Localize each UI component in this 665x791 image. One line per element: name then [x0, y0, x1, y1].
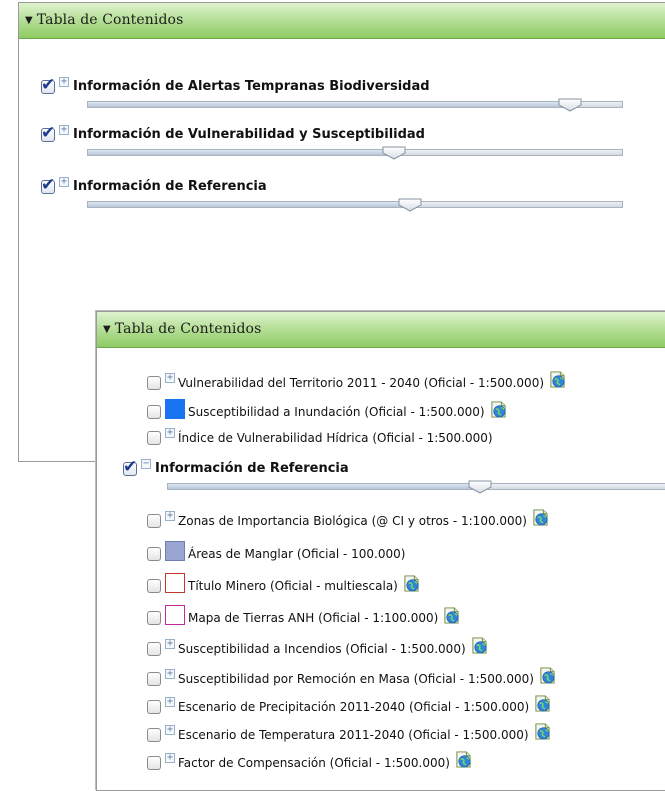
- checkbox-icon[interactable]: [147, 375, 161, 390]
- toc-panel-front: ▼ Tabla de Contenidos + Vulnerabilidad del…: [96, 311, 665, 791]
- opacity-slider-fill: [88, 102, 570, 107]
- layer-group-row[interactable]: −Información de Referencia: [123, 457, 349, 477]
- checkbox-icon[interactable]: [147, 431, 161, 445]
- opacity-slider-thumb[interactable]: [558, 98, 582, 112]
- globe-document-icon[interactable]: [490, 400, 507, 418]
- minus-box-icon[interactable]: −: [141, 458, 151, 469]
- layer-label: Susceptibilidad por Remoción en Masa (Of…: [178, 671, 534, 686]
- layer-label: Título Minero (Oficial - multiescala): [188, 579, 398, 593]
- layer-group-row[interactable]: + Información de Vulnerabilidad y Suscept…: [41, 123, 425, 143]
- opacity-slider-thumb[interactable]: [468, 480, 492, 494]
- opacity-slider-fill: [168, 484, 480, 489]
- globe-document-icon[interactable]: [549, 371, 566, 388]
- layer-label: Escenario de Precipitación 2011-2040 (Of…: [178, 699, 530, 714]
- globe-document-icon[interactable]: [455, 751, 472, 768]
- layer-label: Susceptibilidad a Incendios (Oficial - 1…: [178, 641, 466, 656]
- plus-box-icon[interactable]: +: [59, 124, 69, 135]
- layer-label: Zonas de Importancia Biológica (@ CI y o…: [178, 513, 527, 528]
- opacity-slider[interactable]: [87, 146, 623, 160]
- layer-label: Vulnerabilidad del Territorio 2011 - 204…: [178, 375, 545, 390]
- checkbox-icon[interactable]: [147, 513, 161, 528]
- globe-document-icon[interactable]: [534, 695, 551, 712]
- layer-row[interactable]: + Escenario de Precipitación 2011-2040 (O…: [147, 695, 551, 715]
- checkbox-icon[interactable]: [147, 547, 161, 561]
- opacity-slider-fill: [88, 202, 410, 207]
- layer-row[interactable]: + Índice de Vulnerabilidad Hídrica (Ofici…: [147, 428, 493, 445]
- checkbox-icon[interactable]: [41, 75, 55, 95]
- globe-document-icon[interactable]: [539, 667, 556, 684]
- globe-document-icon[interactable]: [443, 606, 460, 624]
- checkbox-icon[interactable]: [147, 641, 161, 656]
- toc-header-title: Tabla de Contenidos: [114, 321, 262, 337]
- layer-row[interactable]: + Zonas de Importancia Biológica (@ CI y …: [147, 509, 549, 529]
- layer-row[interactable]: Título Minero (Oficial - multiescala): [147, 573, 420, 596]
- plus-box-icon[interactable]: +: [165, 510, 175, 521]
- layer-label: Susceptibilidad a Inundación (Oficial - …: [188, 405, 485, 419]
- checkbox-icon[interactable]: [147, 671, 161, 686]
- legend-swatch: [165, 573, 185, 593]
- layer-label: Factor de Compensación (Oficial - 1:500.…: [178, 755, 450, 770]
- checkbox-icon[interactable]: [123, 457, 137, 477]
- globe-document-icon[interactable]: [471, 637, 488, 654]
- layer-row[interactable]: + Factor de Compensación (Oficial - 1:500…: [147, 751, 472, 771]
- legend-swatch: [165, 541, 185, 561]
- layer-label: Mapa de Tierras ANH (Oficial - 1:100.000…: [188, 611, 439, 625]
- layer-group-row[interactable]: + Información de Referencia: [41, 175, 267, 195]
- layer-group-row[interactable]: + Información de Alertas Tempranas Biodiv…: [41, 75, 430, 95]
- plus-box-icon[interactable]: +: [59, 76, 69, 87]
- layer-group-label: Información de Vulnerabilidad y Suscepti…: [73, 127, 425, 142]
- layer-row[interactable]: + Susceptibilidad por Remoción en Masa (O…: [147, 667, 556, 687]
- checkbox-icon[interactable]: [41, 123, 55, 143]
- toc-header[interactable]: ▼ Tabla de Contenidos: [19, 3, 665, 39]
- legend-swatch: [165, 399, 185, 419]
- layer-label: Áreas de Manglar (Oficial - 100.000): [188, 547, 406, 561]
- plus-box-icon[interactable]: +: [165, 638, 175, 649]
- layer-group-label: Información de Referencia: [73, 179, 267, 194]
- opacity-slider-thumb[interactable]: [382, 146, 406, 160]
- layer-group-label: Información de Referencia: [155, 461, 349, 476]
- opacity-slider-thumb[interactable]: [398, 198, 422, 212]
- plus-box-icon[interactable]: +: [165, 696, 175, 707]
- checkbox-icon[interactable]: [147, 699, 161, 714]
- plus-box-icon[interactable]: +: [165, 428, 175, 438]
- plus-box-icon[interactable]: +: [165, 372, 175, 383]
- plus-box-icon[interactable]: +: [165, 752, 175, 763]
- layer-row[interactable]: + Escenario de Temperatura 2011-2040 (Ofi…: [147, 723, 551, 743]
- layer-row[interactable]: Susceptibilidad a Inundación (Oficial - …: [147, 399, 507, 422]
- opacity-slider[interactable]: [87, 98, 623, 112]
- checkbox-icon[interactable]: [147, 727, 161, 742]
- toc-header-title: Tabla de Contenidos: [36, 12, 184, 28]
- toc-header[interactable]: ▼ Tabla de Contenidos: [97, 312, 665, 348]
- opacity-slider-fill: [88, 150, 394, 155]
- globe-document-icon[interactable]: [534, 723, 551, 740]
- checkbox-icon[interactable]: [147, 755, 161, 770]
- checkbox-icon[interactable]: [147, 611, 161, 625]
- layer-row[interactable]: Áreas de Manglar (Oficial - 100.000): [147, 541, 406, 564]
- layer-row[interactable]: Mapa de Tierras ANH (Oficial - 1:100.000…: [147, 605, 460, 628]
- layer-row[interactable]: + Susceptibilidad a Incendios (Oficial - …: [147, 637, 488, 657]
- triangle-down-icon[interactable]: ▼: [25, 15, 33, 26]
- layer-row[interactable]: + Vulnerabilidad del Territorio 2011 - 20…: [147, 371, 566, 391]
- legend-swatch: [165, 605, 185, 625]
- plus-box-icon[interactable]: +: [165, 724, 175, 735]
- layer-group-label: Información de Alertas Tempranas Biodive…: [73, 79, 430, 94]
- globe-document-icon[interactable]: [403, 574, 420, 592]
- layer-label: Índice de Vulnerabilidad Hídrica (Oficia…: [178, 431, 493, 445]
- checkbox-icon[interactable]: [147, 579, 161, 593]
- opacity-slider[interactable]: [167, 480, 665, 494]
- globe-document-icon[interactable]: [532, 509, 549, 526]
- triangle-down-icon[interactable]: ▼: [103, 324, 111, 335]
- checkbox-icon[interactable]: [41, 175, 55, 195]
- checkbox-icon[interactable]: [147, 405, 161, 419]
- plus-box-icon[interactable]: +: [59, 176, 69, 187]
- opacity-slider[interactable]: [87, 198, 623, 212]
- layer-label: Escenario de Temperatura 2011-2040 (Ofic…: [178, 727, 529, 742]
- plus-box-icon[interactable]: +: [165, 668, 175, 679]
